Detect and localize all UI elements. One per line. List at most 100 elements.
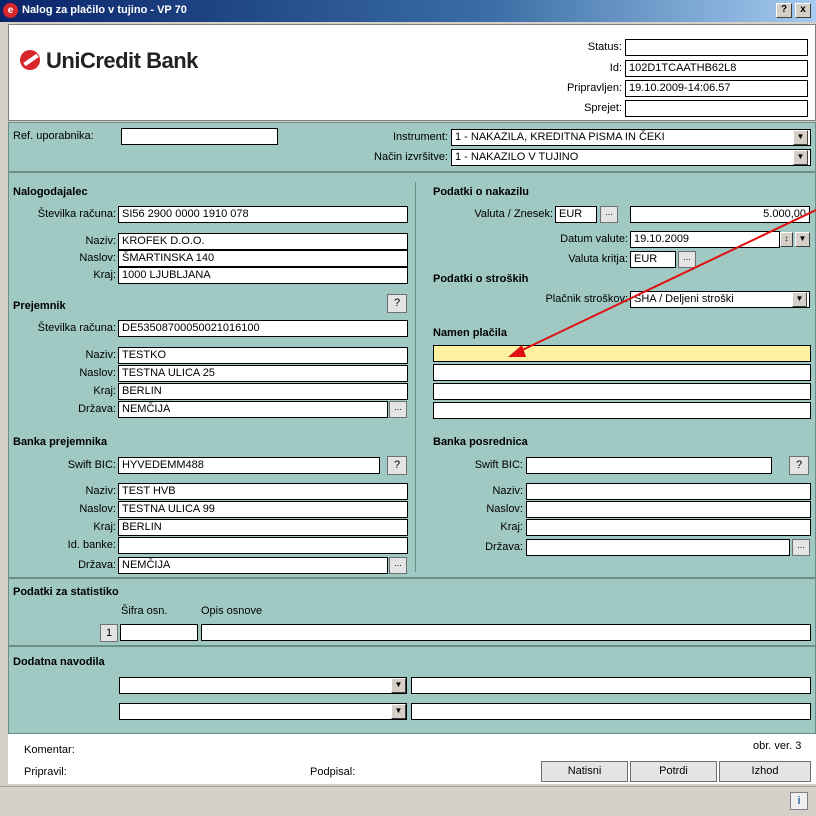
bp-swift-help-button[interactable]: ?	[387, 456, 407, 475]
dodatna-select-2[interactable]	[119, 703, 407, 720]
bp-naziv-input[interactable]: TEST HVB	[118, 483, 408, 500]
status-label: Status:	[587, 41, 622, 53]
close-window-button[interactable]: x	[795, 3, 811, 18]
dodatna-dropdown-2-icon[interactable]: ▼	[391, 704, 406, 719]
pripravljen-field: 19.10.2009-14:06.57	[625, 80, 808, 97]
banka-prejemnika-title: Banka prejemnika	[13, 436, 108, 448]
column-divider	[415, 182, 416, 572]
pos-naziv-label: Naziv:	[492, 485, 523, 497]
dodatna-text-2[interactable]	[411, 703, 811, 720]
unicredit-logo-icon	[20, 50, 40, 70]
pos-naslov-label: Naslov:	[486, 503, 523, 515]
bp-idbanke-input[interactable]	[118, 537, 408, 554]
namen-line-2[interactable]	[433, 364, 811, 381]
prej-drzava-label: Država:	[78, 403, 116, 415]
bp-swift-input[interactable]: HYVEDEMM488	[118, 457, 380, 474]
pripravljen-label: Pripravljen:	[566, 82, 622, 94]
podpisal-label: Podpisal:	[310, 766, 356, 778]
nalog-naziv-input[interactable]: KROFEK D.O.O.	[118, 233, 408, 250]
pos-drzava-label: Država:	[485, 541, 523, 553]
status-bar	[0, 786, 816, 816]
status-field	[625, 39, 808, 56]
nalog-racun-input[interactable]: SI56 2900 0000 1910 078	[118, 206, 408, 223]
nacin-label: Način izvršitve:	[374, 151, 448, 163]
bank-logo-text: UniCredit Bank	[46, 48, 198, 73]
bp-idbanke-label: Id. banke:	[67, 539, 116, 551]
sprejet-label: Sprejet:	[584, 102, 622, 114]
prej-racun-input[interactable]: DE53508700050021016100	[118, 320, 408, 337]
prej-drzava-input[interactable]: NEMČIJA	[118, 401, 388, 418]
sprejet-field	[625, 100, 808, 117]
nalogodajalec-title: Nalogodajalec	[13, 186, 88, 198]
nalog-naziv-label: Naziv:	[85, 235, 116, 247]
pos-naziv-input[interactable]	[526, 483, 811, 500]
pos-kraj-input[interactable]	[526, 519, 811, 536]
statistika-title: Podatki za statistiko	[13, 586, 119, 598]
bp-drzava-picker-button[interactable]: ...	[389, 557, 407, 574]
posrednica-title: Banka posrednica	[433, 436, 528, 448]
prej-racun-label: Številka računa:	[37, 322, 116, 334]
app-icon: e	[3, 3, 18, 18]
id-field: 102D1TCAATHB62L8	[625, 60, 808, 77]
bp-naslov-input[interactable]: TESTNA ULICA 99	[118, 501, 408, 518]
izhod-button[interactable]: Izhod	[719, 761, 811, 782]
nalog-racun-label: Številka računa:	[37, 208, 116, 220]
dodatna-title: Dodatna navodila	[13, 656, 105, 668]
ref-label: Ref. uporabnika:	[13, 130, 94, 142]
info-icon[interactable]: i	[790, 792, 808, 810]
prej-naziv-input[interactable]: TESTKO	[118, 347, 408, 364]
prejemnik-help-button[interactable]: ?	[387, 294, 407, 313]
bp-drzava-input[interactable]: NEMČIJA	[118, 557, 388, 574]
ref-input[interactable]	[121, 128, 278, 145]
prej-naslov-label: Naslov:	[79, 367, 116, 379]
nacin-dropdown-icon[interactable]: ▼	[793, 150, 808, 165]
pripravil-label: Pripravil:	[24, 766, 67, 778]
pos-swift-input[interactable]	[526, 457, 772, 474]
nalog-naslov-input[interactable]: ŠMARTINSKA 140	[118, 250, 408, 267]
prej-naziv-label: Naziv:	[85, 349, 116, 361]
dodatna-dropdown-1-icon[interactable]: ▼	[391, 678, 406, 693]
pos-naslov-input[interactable]	[526, 501, 811, 518]
prej-drzava-picker-button[interactable]: ...	[389, 401, 407, 418]
dodatna-text-1[interactable]	[411, 677, 811, 694]
natisni-button[interactable]: Natisni	[541, 761, 628, 782]
pos-swift-label: Swift BIC:	[474, 459, 523, 471]
potrdi-button[interactable]: Potrdi	[630, 761, 717, 782]
window-title-bar: e Nalog za plačilo v tujino - VP 70 ? x	[0, 0, 816, 22]
bp-kraj-input[interactable]: BERLIN	[118, 519, 408, 536]
sifra-header: Šifra osn.	[121, 605, 168, 617]
pos-drzava-picker-button[interactable]: ...	[792, 539, 810, 556]
bp-swift-label: Swift BIC:	[67, 459, 116, 471]
instrument-select[interactable]: 1 - NAKAZILA, KREDITNA PISMA IN ČEKI	[451, 129, 811, 146]
instrument-dropdown-icon[interactable]: ▼	[793, 130, 808, 145]
version-label: obr. ver. 3	[753, 740, 802, 752]
bp-drzava-label: Država:	[78, 559, 116, 571]
bp-kraj-label: Kraj:	[93, 521, 116, 533]
nacin-select[interactable]: 1 - NAKAZILO V TUJINO	[451, 149, 811, 166]
nalog-naslov-label: Naslov:	[79, 252, 116, 264]
statistika-row-number: 1	[100, 624, 118, 642]
namen-line-4[interactable]	[433, 402, 811, 419]
prej-kraj-input[interactable]: BERLIN	[118, 383, 408, 400]
nakazilo-title: Podatki o nakazilu	[433, 186, 529, 198]
nalog-kraj-label: Kraj:	[93, 269, 116, 281]
sifra-input[interactable]	[120, 624, 198, 641]
pos-kraj-label: Kraj:	[500, 521, 523, 533]
dodatna-select-1[interactable]	[119, 677, 407, 694]
prej-naslov-input[interactable]: TESTNA ULICA 25	[118, 365, 408, 382]
komentar-label: Komentar:	[24, 744, 75, 756]
namen-title: Namen plačila	[433, 327, 507, 339]
window-title: Nalog za plačilo v tujino - VP 70	[22, 4, 187, 16]
annotation-arrow	[508, 209, 816, 357]
bp-naziv-label: Naziv:	[85, 485, 116, 497]
opis-header: Opis osnove	[201, 605, 263, 617]
pos-swift-help-button[interactable]: ?	[789, 456, 809, 475]
instrument-label: Instrument:	[392, 131, 448, 143]
nalog-kraj-input[interactable]: 1000 LJUBLJANA	[118, 267, 408, 284]
help-window-button[interactable]: ?	[776, 3, 792, 18]
opis-input[interactable]	[201, 624, 811, 641]
prej-kraj-label: Kraj:	[93, 385, 116, 397]
pos-drzava-input[interactable]	[526, 539, 790, 556]
namen-line-3[interactable]	[433, 383, 811, 400]
bp-naslov-label: Naslov:	[79, 503, 116, 515]
